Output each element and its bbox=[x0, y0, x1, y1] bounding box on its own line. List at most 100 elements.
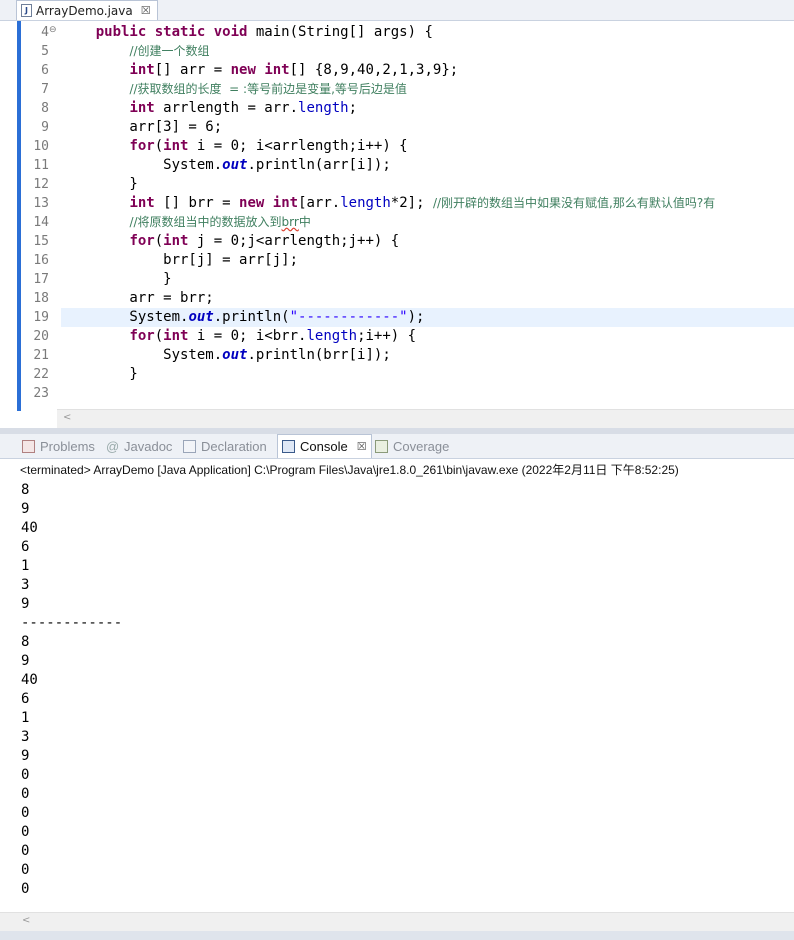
tab-problems[interactable]: Problems bbox=[22, 434, 95, 458]
editor-tab-arraydemo[interactable]: J ArrayDemo.java ☒ bbox=[16, 0, 158, 20]
code-line[interactable]: //获取数组的长度 = :等号前边是变量,等号后边是值 bbox=[62, 80, 407, 99]
line-number: 18 bbox=[33, 291, 49, 306]
code-line[interactable]: int [] brr = new int[arr.length*2]; //刚开… bbox=[62, 194, 715, 213]
code-line[interactable]: int arrlength = arr.length; bbox=[62, 99, 357, 118]
code-token: ( bbox=[154, 328, 164, 344]
tab-console[interactable]: Console ☒ bbox=[277, 434, 372, 458]
code-line[interactable]: for(int i = 0; i<brr.length;i++) { bbox=[62, 327, 416, 346]
line-number: 22 bbox=[33, 367, 49, 382]
code-token: new bbox=[230, 62, 256, 78]
code-token: out bbox=[222, 347, 248, 363]
code-token: length bbox=[306, 328, 358, 344]
code-line[interactable]: //将原数组当中的数据放入到brr中 bbox=[62, 213, 310, 232]
line-number: 7 bbox=[41, 82, 49, 97]
console-output-line: ------------ bbox=[21, 615, 123, 631]
bottom-status-strip bbox=[0, 931, 794, 940]
console-output-line: 8 bbox=[21, 482, 30, 498]
code-token: //获取数组的长度 = :等号前边是变量,等号后边是值 bbox=[129, 82, 407, 96]
code-token: brr[j] = arr[j]; bbox=[62, 252, 299, 268]
line-number-gutter: 4 ⊖ 5 6 7 8 9 10 11 12 13 14 15 16 17 18 19 20 21 22 23 bbox=[21, 21, 57, 411]
line-number: 19 bbox=[33, 310, 49, 325]
code-token: ( bbox=[154, 138, 164, 154]
code-line[interactable]: for(int j = 0;j<arrlength;j++) { bbox=[62, 232, 399, 251]
code-token: int bbox=[129, 100, 155, 116]
console-output-line: 8 bbox=[21, 634, 30, 650]
code-token: out bbox=[188, 309, 214, 325]
console-icon bbox=[282, 440, 295, 453]
tab-console-label: Console bbox=[300, 439, 348, 454]
code-token: *2]; bbox=[390, 195, 433, 211]
tab-problems-label: Problems bbox=[40, 438, 95, 454]
code-token: main(String[] args) { bbox=[247, 24, 433, 40]
console-output-line: 0 bbox=[21, 862, 30, 878]
console-output-line: 0 bbox=[21, 843, 30, 859]
code-line[interactable]: } bbox=[62, 175, 137, 194]
code-token: System. bbox=[62, 309, 189, 325]
code-token: arr = brr; bbox=[62, 290, 214, 306]
code-line[interactable]: System.out.println("------------"); bbox=[62, 308, 424, 327]
coverage-icon bbox=[375, 439, 388, 453]
code-line[interactable]: for(int i = 0; i<arrlength;i++) { bbox=[62, 137, 408, 156]
code-token: .println(brr[i]); bbox=[247, 347, 391, 363]
code-token: "------------" bbox=[289, 309, 408, 325]
line-number: 13 bbox=[33, 196, 49, 211]
code-token: for bbox=[129, 328, 155, 344]
console-output-line: 6 bbox=[21, 691, 30, 707]
code-line[interactable]: arr = brr; bbox=[62, 289, 214, 308]
code-token: //刚开辟的数组当中如果没有赋值,那么有默认值吗?有 bbox=[432, 196, 716, 210]
console-output-line: 1 bbox=[21, 558, 30, 574]
line-number: 9 bbox=[41, 120, 49, 135]
code-token: new bbox=[239, 195, 265, 211]
tab-declaration[interactable]: Declaration bbox=[183, 434, 267, 458]
code-token: ;i++) { bbox=[357, 328, 417, 344]
code-token: int bbox=[264, 62, 290, 78]
code-token: int bbox=[129, 195, 155, 211]
code-line[interactable]: public static void main(String[] args) { bbox=[62, 23, 433, 42]
code-token: .println( bbox=[213, 309, 290, 325]
console-status-line: <terminated> ArrayDemo [Java Application… bbox=[20, 463, 679, 477]
tab-javadoc-label: Javadoc bbox=[124, 438, 173, 454]
console-output[interactable]: 8 9 40 6 1 3 9 ------------ 8 9 40 6 1 3 9 0 0 0 0 0 0 0 bbox=[21, 481, 122, 899]
problems-icon bbox=[22, 439, 35, 453]
console-scroll-left-icon[interactable]: < bbox=[22, 915, 30, 926]
code-line[interactable]: System.out.println(arr[i]); bbox=[62, 156, 391, 175]
code-token: ; bbox=[348, 100, 358, 116]
scroll-left-icon[interactable]: < bbox=[63, 412, 71, 423]
code-line[interactable]: System.out.println(brr[i]); bbox=[62, 346, 391, 365]
line-number: 16 bbox=[33, 253, 49, 268]
tab-coverage[interactable]: Coverage bbox=[375, 434, 449, 458]
code-token: i = 0; i<arrlength;i++) { bbox=[188, 138, 408, 154]
code-line[interactable]: } bbox=[62, 365, 137, 384]
code-token: ( bbox=[154, 233, 164, 249]
code-editor[interactable]: 4 ⊖ 5 6 7 8 9 10 11 12 13 14 15 16 17 18 19 20 21 22 23 publ… bbox=[0, 21, 794, 428]
editor-tab-title: ArrayDemo.java bbox=[36, 3, 133, 18]
console-horizontal-scrollbar[interactable]: < bbox=[0, 912, 794, 931]
console-output-line: 40 bbox=[21, 672, 38, 688]
code-line[interactable]: } bbox=[62, 270, 171, 289]
code-token: ); bbox=[407, 309, 425, 325]
close-console-icon[interactable]: ☒ bbox=[357, 440, 367, 453]
java-file-icon: J bbox=[21, 4, 32, 17]
code-line[interactable]: brr[j] = arr[j]; bbox=[62, 251, 298, 270]
tab-javadoc[interactable]: @ Javadoc bbox=[106, 434, 172, 458]
code-token: System. bbox=[62, 347, 223, 363]
code-token: //将原数组当中的数据放入到 bbox=[129, 215, 282, 229]
code-line[interactable]: arr[3] = 6; bbox=[62, 118, 222, 137]
line-number: 23 bbox=[33, 386, 49, 401]
fold-toggle-icon[interactable]: ⊖ bbox=[49, 25, 57, 35]
editor-horizontal-scrollbar[interactable]: < bbox=[57, 409, 794, 428]
code-token: [] arr = bbox=[154, 62, 231, 78]
console-output-line: 9 bbox=[21, 596, 30, 612]
code-token: j = 0;j<arrlength;j++) { bbox=[188, 233, 400, 249]
code-line[interactable]: //创建一个数组 bbox=[62, 42, 209, 61]
close-tab-icon[interactable]: ☒ bbox=[141, 4, 151, 17]
line-number: 8 bbox=[41, 101, 49, 116]
code-line[interactable]: int[] arr = new int[] {8,9,40,2,1,3,9}; bbox=[62, 61, 458, 80]
